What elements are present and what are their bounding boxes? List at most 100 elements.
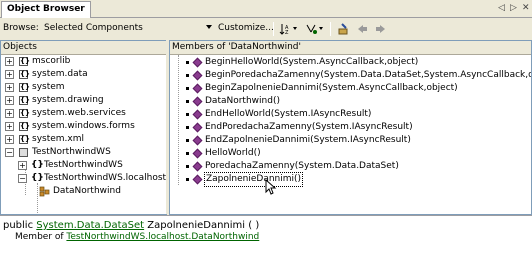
assembly-icon: {} [19,83,30,92]
method-icon [192,122,203,133]
project-icon [19,148,28,157]
signature-method: ZapolnenieDannimi ( ) [144,220,260,231]
expand-icon[interactable]: + [5,135,14,144]
objects-pane-header: Objects [1,41,166,55]
method-icon [192,57,203,68]
filter-icon[interactable] [305,23,318,35]
assembly-icon: {} [19,57,30,66]
tree-node-label: system.xml [32,134,84,144]
tree-node-label: system.drawing [32,95,104,105]
method-icon [192,83,203,94]
filter-dropdown-icon[interactable] [319,27,323,30]
find-symbol-icon[interactable] [338,23,351,35]
lock-icon [186,139,189,142]
assembly-icon: {} [19,135,30,144]
scroll-left-icon[interactable]: ◁ [498,3,505,13]
customize-button[interactable]: Customize... [218,23,274,33]
lock-icon [186,178,189,181]
mouse-cursor-icon [265,179,277,195]
lock-icon [186,152,189,155]
assembly-icon: {} [19,122,30,131]
method-icon [192,70,203,81]
member-label: DataNorthwind() [205,96,280,106]
member-label: EndHelloWorld(System.IAsyncResult) [205,109,372,119]
return-type-link[interactable]: System.Data.DataSet [36,220,144,231]
members-pane-header: Members of 'DataNorthwind' [170,41,531,55]
method-icon [192,174,203,185]
tree-node-label: TestNorthwindWS [32,147,111,157]
member-label: ZapolnenieDannimi() [203,172,304,187]
toolbar-separator [330,22,331,36]
tree-node-label: mscorlib [32,56,71,66]
collapse-icon[interactable]: − [18,174,27,183]
namespace-icon: {} [31,173,44,183]
member-of-link[interactable]: TestNorthwindWS.localhost.DataNorthwind [66,232,259,242]
tree-node-label: system.data [32,69,88,79]
lock-icon [186,61,189,64]
document-tabstrip: Object Browser ◁ ▷ ✕ [0,0,532,18]
sort-icon[interactable]: A Z [279,23,292,35]
method-icon [192,96,203,107]
svg-text:Z: Z [285,30,289,35]
signature-prefix: public [3,220,37,231]
member-label: PoredachaZamenny(System.Data.DataSet) [205,161,399,171]
toolbar: Browse: Selected Components Customize...… [0,19,532,39]
browse-select[interactable]: Selected Components [42,22,216,36]
tree-node-label: system.web.services [32,108,126,118]
expand-icon[interactable]: + [5,122,14,131]
chevron-down-icon[interactable] [206,25,212,29]
assembly-icon: {} [19,109,30,118]
expand-icon[interactable]: + [5,57,14,66]
objects-tree[interactable]: + {} mscorlib + {} system.data + {} syst… [1,55,166,214]
member-label: BeginZapolnenieDannimi(System.AsyncCallb… [205,83,458,93]
member-label: HelloWorld() [205,148,261,158]
tree-node-label: DataNorthwind [53,186,121,196]
lock-icon [186,100,189,103]
tree-guide [37,183,38,213]
member-label: EndZapolnenieDannimi(System.IAsyncResult… [205,135,411,145]
tab-title: Object Browser [7,4,85,14]
sort-dropdown-icon[interactable] [293,27,297,30]
expand-icon[interactable]: + [5,109,14,118]
expand-icon[interactable]: + [5,83,14,92]
go-forward-icon[interactable] [374,23,387,35]
go-back-icon[interactable] [356,23,369,35]
expand-icon[interactable]: + [18,161,27,170]
member-of-label: Member of [15,232,67,242]
tab-object-browser[interactable]: Object Browser [1,1,91,18]
description-pane: public System.Data.DataSet ZapolnenieDan… [0,215,532,260]
assembly-icon: {} [19,70,30,79]
member-of-line: Member of TestNorthwindWS.localhost.Data… [3,232,529,243]
members-pane: Members of 'DataNorthwind' BeginHelloWor… [169,40,532,215]
member-label: BeginPoredachaZamenny(System.Data.DataSe… [205,70,531,80]
member-signature: public System.Data.DataSet ZapolnenieDan… [3,220,529,232]
class-icon [39,186,50,197]
method-icon [192,161,203,172]
expand-icon[interactable]: + [5,96,14,105]
method-icon [192,109,203,120]
lock-icon [186,165,189,168]
method-icon [192,135,203,146]
assembly-icon: {} [19,96,30,105]
lock-icon [186,126,189,129]
tree-node-label: TestNorthwindWS.localhost [44,173,166,183]
lock-icon [186,87,189,90]
members-list[interactable]: BeginHelloWorld(System.AsyncCallback,obj… [170,55,531,214]
toolbar-separator [273,22,274,36]
objects-pane: Objects + {} mscorlib + {} system.data +… [0,40,167,215]
member-label: BeginHelloWorld(System.AsyncCallback,obj… [205,57,419,67]
lock-icon [186,113,189,116]
close-icon[interactable]: ✕ [522,3,530,13]
tree-node-label: system.windows.forms [32,121,135,131]
scroll-right-icon[interactable]: ▷ [510,3,517,13]
tree-node-label: TestNorthwindWS [44,160,123,170]
collapse-icon[interactable]: − [5,148,14,157]
tree-guide [178,55,179,185]
member-label: EndPoredachaZamenny(System.IAsyncResult) [205,122,413,132]
browse-label: Browse: [3,23,39,33]
lock-icon [186,74,189,77]
namespace-icon: {} [31,160,44,170]
expand-icon[interactable]: + [5,70,14,79]
tree-node-label: system [32,82,65,92]
browse-select-value: Selected Components [44,23,143,33]
